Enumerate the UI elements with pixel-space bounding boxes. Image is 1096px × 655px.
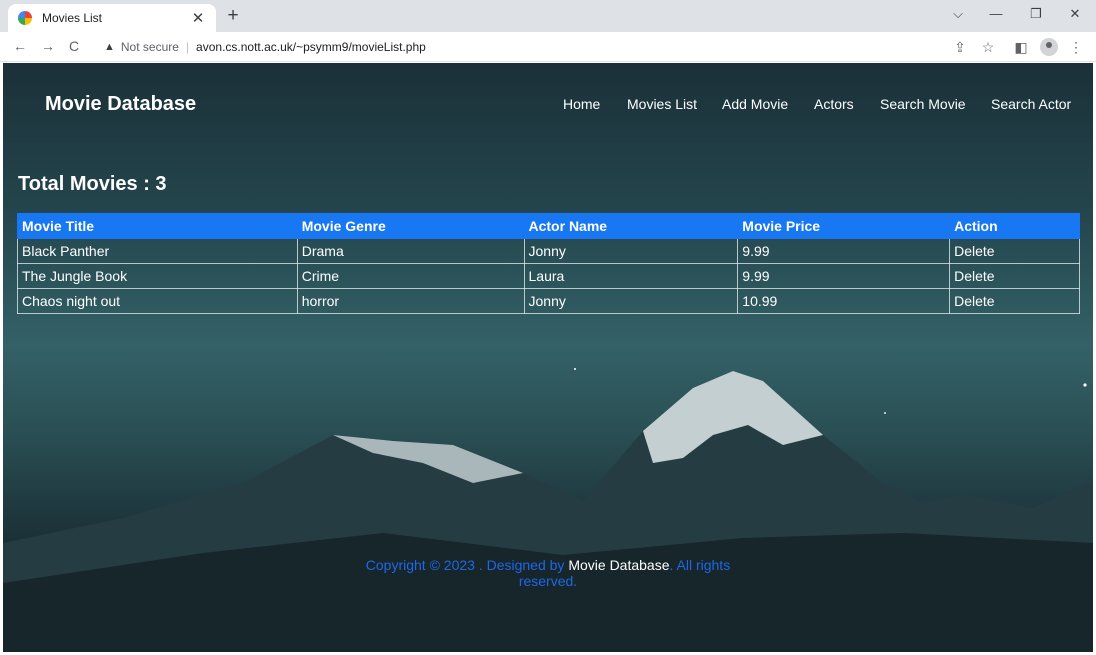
delete-link[interactable]: Delete: [949, 263, 1080, 289]
nav-link-search-movie[interactable]: Search Movie: [880, 96, 966, 112]
bookmark-star-icon[interactable]: ☆: [980, 39, 996, 56]
browser-tab-strip: Movies List ✕ + ⌵ — ❐ ✕: [0, 0, 1096, 32]
browser-menu-icon[interactable]: ⋮: [1068, 39, 1084, 56]
header-actor-name: Actor Name: [523, 213, 739, 239]
cell-movie-genre: Crime: [296, 263, 525, 289]
footer-copyright-prefix: Copyright © 2023 . Designed by: [365, 557, 569, 573]
new-tab-icon[interactable]: +: [224, 5, 242, 27]
cell-actor-name: Jonny: [523, 288, 739, 314]
browser-toolbar: ← → C ▲ Not secure | avon.cs.nott.ac.uk/…: [0, 32, 1096, 62]
delete-link[interactable]: Delete: [949, 288, 1080, 314]
header-action: Action: [949, 213, 1080, 239]
movies-table: Movie Title Movie Genre Actor Name Movie…: [17, 213, 1080, 314]
table-header-row: Movie Title Movie Genre Actor Name Movie…: [17, 213, 1080, 239]
tab-close-icon[interactable]: ✕: [190, 9, 206, 27]
cell-movie-price: 10.99: [737, 288, 951, 314]
address-bar[interactable]: ▲ Not secure | avon.cs.nott.ac.uk/~psymm…: [96, 35, 944, 59]
table-row: Black Panther Drama Jonny 9.99 Delete: [17, 238, 1080, 264]
cell-movie-price: 9.99: [737, 238, 951, 264]
maximize-icon[interactable]: ❐: [1026, 6, 1046, 22]
cell-movie-genre: horror: [296, 288, 525, 314]
tab-title: Movies List: [42, 11, 103, 25]
header-movie-title: Movie Title: [17, 213, 298, 239]
cell-movie-genre: Drama: [296, 238, 525, 264]
cell-actor-name: Laura: [523, 263, 739, 289]
cell-actor-name: Jonny: [523, 238, 739, 264]
share-icon[interactable]: ⇪: [952, 39, 968, 56]
security-label[interactable]: Not secure: [121, 40, 179, 54]
table-row: The Jungle Book Crime Laura 9.99 Delete: [17, 263, 1080, 289]
cell-movie-title: Chaos night out: [17, 288, 298, 314]
site-brand-logo[interactable]: Movie Database: [45, 93, 196, 116]
profile-avatar-icon[interactable]: [1040, 38, 1058, 56]
cell-movie-title: Black Panther: [17, 238, 298, 264]
footer-site-link[interactable]: Movie Database: [568, 557, 669, 573]
site-favicon-icon: [18, 11, 32, 25]
nav-link-home[interactable]: Home: [563, 96, 600, 112]
footer-copyright: Copyright © 2023 . Designed by Movie Dat…: [343, 557, 753, 589]
security-warning-icon[interactable]: ▲: [104, 41, 115, 53]
nav-link-add-movie[interactable]: Add Movie: [722, 96, 788, 112]
reload-icon[interactable]: C: [66, 38, 82, 54]
header-movie-genre: Movie Genre: [296, 213, 525, 239]
forward-icon[interactable]: →: [40, 38, 56, 54]
nav-link-search-actor[interactable]: Search Actor: [991, 96, 1071, 112]
table-row: Chaos night out horror Jonny 10.99 Delet…: [17, 288, 1080, 314]
header-movie-price: Movie Price: [737, 213, 951, 239]
back-icon[interactable]: ←: [12, 38, 28, 54]
browser-tab[interactable]: Movies List ✕: [8, 4, 216, 32]
window-close-icon[interactable]: ✕: [1065, 6, 1085, 22]
nav-link-actors[interactable]: Actors: [814, 96, 854, 112]
minimize-icon[interactable]: —: [986, 6, 1006, 21]
cell-movie-price: 9.99: [737, 263, 951, 289]
url-text[interactable]: avon.cs.nott.ac.uk/~psymm9/movieList.php: [196, 40, 426, 54]
nav-link-movies-list[interactable]: Movies List: [627, 96, 697, 112]
web-page: Movie Database Home Movies List Add Movi…: [3, 63, 1093, 652]
page-title: Total Movies : 3: [18, 173, 167, 195]
side-panel-icon[interactable]: ◧: [1013, 39, 1029, 56]
address-separator: |: [185, 40, 190, 54]
cell-movie-title: The Jungle Book: [17, 263, 298, 289]
tab-search-icon[interactable]: ⌵: [948, 6, 968, 22]
delete-link[interactable]: Delete: [949, 238, 1080, 264]
